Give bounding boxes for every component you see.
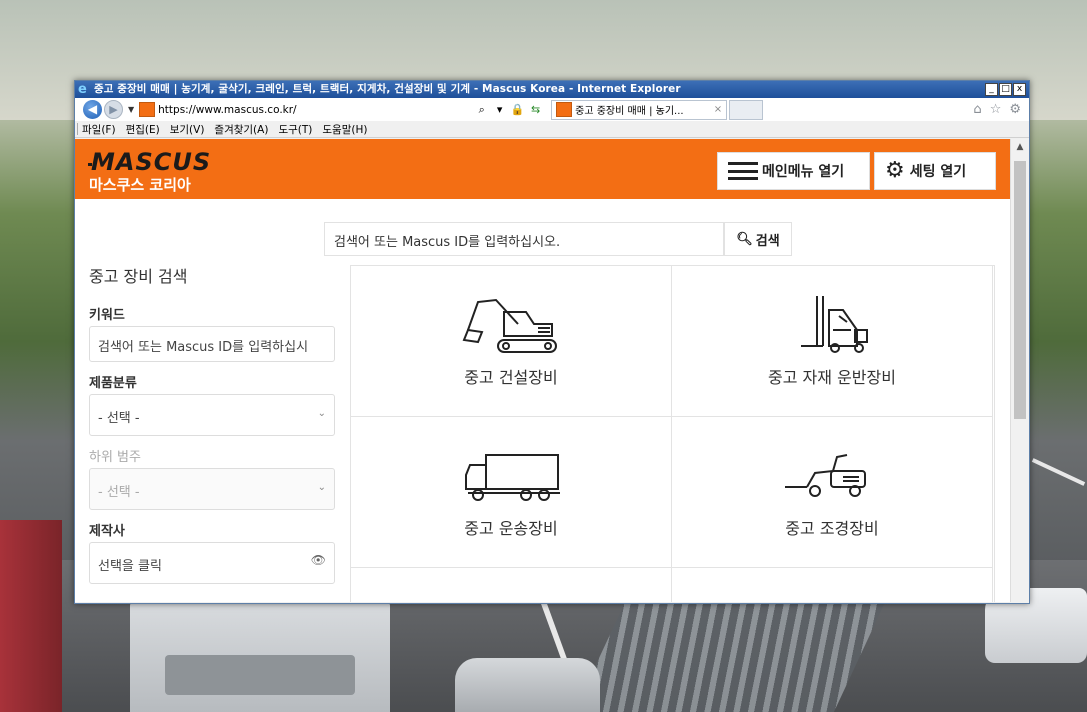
scrollbar-thumb[interactable] <box>1014 161 1026 419</box>
window-controls: _ □ x <box>985 83 1026 96</box>
search-input[interactable]: 검색어 또는 Mascus ID를 입력하십시오. <box>324 222 724 256</box>
browser-window: e 중고 중장비 매매 | 농기계, 굴삭기, 크레인, 트럭, 트랙터, 지게… <box>74 80 1030 604</box>
mascus-logo[interactable]: MASCUS <box>87 148 211 176</box>
keyword-label: 키워드 <box>89 308 125 323</box>
logo-subtitle[interactable]: 마스쿠스 코리아 <box>89 174 191 195</box>
settings-label: 세팅 열기 <box>909 164 967 180</box>
browser-tab[interactable]: 중고 중장비 매매 | 농기... × <box>551 99 728 120</box>
search-icon: 🔍︎ <box>736 231 753 247</box>
forklift-icon <box>801 296 868 353</box>
desktop-wallpaper-guardrail <box>573 600 887 712</box>
maximize-button[interactable]: □ <box>999 83 1012 96</box>
close-button[interactable]: x <box>1013 83 1026 96</box>
desktop-wallpaper-car <box>455 658 600 712</box>
desktop-wallpaper-trailer <box>0 520 62 712</box>
category-label: 중고 자재 운반장비 <box>768 368 896 387</box>
menu-divider <box>77 123 78 135</box>
search-button[interactable]: 🔍︎ 검색 <box>724 222 792 256</box>
subcategory-select[interactable]: - 선택 - ⌄ <box>89 468 335 510</box>
tab-close-icon[interactable]: × <box>714 104 722 115</box>
menu-file[interactable]: 파일(F) <box>82 122 116 137</box>
lawn-mower-icon <box>785 454 866 497</box>
chevron-down-icon: ⌄ <box>317 482 326 493</box>
category-label: 제품분류 <box>89 376 137 391</box>
search-button-label: 검색 <box>755 233 780 249</box>
dropdown-icon[interactable]: ▾ <box>492 102 507 117</box>
site-favicon-icon <box>139 102 156 117</box>
address-input[interactable]: https://www.mascus.co.kr/ <box>158 104 450 116</box>
category-construction[interactable]: 중고 건설장비 <box>351 266 672 417</box>
menu-help[interactable]: 도움말(H) <box>322 122 367 137</box>
url-prefix: https:// <box>158 103 196 116</box>
main-menu-button[interactable]: 메인메뉴 열기 <box>717 152 870 190</box>
address-actions: ⌕ ▾ 🔒 ⇆ <box>474 102 543 117</box>
window-titlebar[interactable]: e 중고 중장비 매매 | 농기계, 굴삭기, 크레인, 트럭, 트랙터, 지게… <box>75 81 1029 98</box>
category-transport[interactable]: 중고 운송장비 <box>351 417 672 568</box>
menu-favorites[interactable]: 즐겨찾기(A) <box>214 122 268 137</box>
chevron-down-icon: ⌄ <box>317 408 326 419</box>
tab-strip: 중고 중장비 매매 | 농기... × <box>551 99 764 120</box>
category-more[interactable] <box>351 568 672 602</box>
minimize-button[interactable]: _ <box>985 83 998 96</box>
excavator-icon <box>462 298 557 353</box>
forward-button[interactable]: ▶ <box>104 100 123 119</box>
category-grid: 중고 건설장비 중고 자재 운반장비 중고 운송장비 중고 조경장비 <box>350 265 995 602</box>
eye-icon: 👁︎ <box>310 553 326 567</box>
history-dropdown-icon[interactable]: ▼ <box>128 105 134 114</box>
site-header: MASCUS 마스쿠스 코리아 메인메뉴 열기 ⚙ 세팅 열기 <box>75 139 1010 199</box>
lock-icon[interactable]: 🔒 <box>510 102 525 117</box>
ie-logo-icon: e <box>78 81 87 97</box>
category-material-handling[interactable]: 중고 자재 운반장비 <box>672 266 993 417</box>
home-icon[interactable]: ⌂ <box>973 102 981 117</box>
main-menu-label: 메인메뉴 열기 <box>762 164 845 180</box>
new-tab-button[interactable] <box>729 99 764 120</box>
search-icon[interactable]: ⌕ <box>474 102 489 117</box>
category-landscaping[interactable]: 중고 조경장비 <box>672 417 993 568</box>
maker-label: 제작사 <box>89 524 125 539</box>
menu-tools[interactable]: 도구(T) <box>278 122 312 137</box>
subcategory-label: 하위 범주 <box>89 450 141 465</box>
tab-favicon-icon <box>556 102 573 117</box>
maker-select-value: 선택을 클릭 <box>98 559 162 574</box>
search-sidebar: 중고 장비 검색 키워드 검색어 또는 Mascus ID를 입력하십시 제품분… <box>89 266 335 584</box>
page-scrollbar[interactable]: ▲ <box>1010 139 1029 602</box>
category-label: 중고 건설장비 <box>464 368 558 387</box>
refresh-icon[interactable]: ⇆ <box>528 102 543 117</box>
truck-icon <box>465 454 560 501</box>
desktop-wallpaper-truck-grille <box>165 655 355 695</box>
gear-icon[interactable]: ⚙ <box>1009 102 1021 117</box>
category-select[interactable]: - 선택 - ⌄ <box>89 394 335 436</box>
sidebar-title: 중고 장비 검색 <box>89 267 188 286</box>
toolbar-icons: ⌂ ☆ ⚙ <box>973 102 1021 117</box>
tab-title: 중고 중장비 매매 | 농기... <box>575 106 684 117</box>
hamburger-icon <box>728 162 758 180</box>
category-label: 중고 운송장비 <box>464 519 558 538</box>
favorites-star-icon[interactable]: ☆ <box>990 102 1002 117</box>
gear-icon: ⚙ <box>885 158 905 183</box>
scroll-up-icon[interactable]: ▲ <box>1011 139 1029 156</box>
subcategory-select-value: - 선택 - <box>98 485 140 500</box>
menu-view[interactable]: 보기(V) <box>170 122 205 137</box>
menu-edit[interactable]: 편집(E) <box>126 122 160 137</box>
url-domain: www.mascus.co.kr/ <box>195 103 297 116</box>
category-more[interactable] <box>672 568 993 602</box>
keyword-input[interactable]: 검색어 또는 Mascus ID를 입력하십시 <box>89 326 335 362</box>
maker-select[interactable]: 선택을 클릭 👁︎ <box>89 542 335 584</box>
lane-marking <box>1031 458 1086 486</box>
window-title: 중고 중장비 매매 | 농기계, 굴삭기, 크레인, 트럭, 트랙터, 지게차,… <box>94 83 681 95</box>
category-select-value: - 선택 - <box>98 411 140 426</box>
settings-button[interactable]: ⚙ 세팅 열기 <box>874 152 996 190</box>
address-bar-row: ◀ ▶ ▼ https://www.mascus.co.kr/ ⌕ ▾ 🔒 ⇆ … <box>75 98 1029 121</box>
back-button[interactable]: ◀ <box>83 100 102 119</box>
page-viewport: MASCUS 마스쿠스 코리아 메인메뉴 열기 ⚙ 세팅 열기 검색어 또는 M… <box>75 139 1010 602</box>
category-label: 중고 조경장비 <box>785 519 879 538</box>
menu-bar: 파일(F) 편집(E) 보기(V) 즐겨찾기(A) 도구(T) 도움말(H) <box>75 121 1029 138</box>
